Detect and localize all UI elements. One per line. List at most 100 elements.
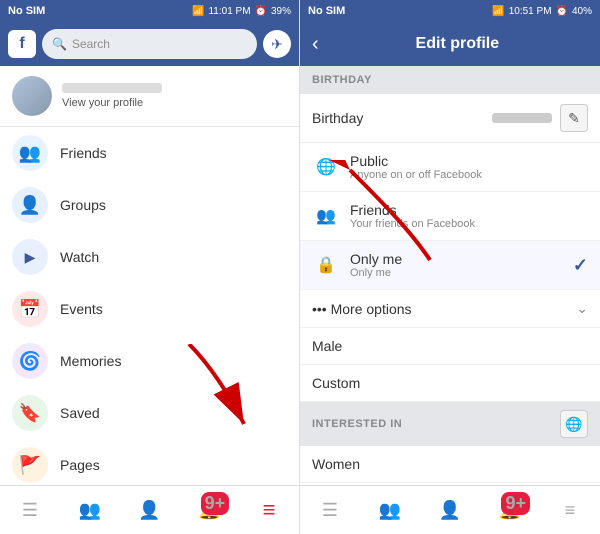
profile-tab-icon-right: 👤 [439,500,461,521]
notification-badge: 9+ [201,492,230,515]
edit-profile-content: BIRTHDAY Birthday ✎ 🌐 Public Anyone on o… [300,66,600,485]
memories-icon: 🌀 [12,343,48,379]
tab-news-right[interactable]: ☰ [300,486,360,534]
sidebar-item-memories[interactable]: 🌀 Memories [0,335,299,387]
tab-notifications-right[interactable]: 🔔 9+ [480,486,540,534]
notification-badge-right: 9+ [501,492,530,515]
women-row: Women [300,446,600,483]
custom-value: Custom [312,375,588,391]
events-icon: 📅 [12,291,48,327]
wifi-icon-left: 📶 [192,6,204,17]
friends-label: Friends [60,145,107,161]
watch-label: Watch [60,249,99,265]
friends-tab-icon-right: 👥 [379,500,401,521]
search-placeholder: Search [72,37,110,51]
friends-icon: 👥 [12,135,48,171]
friends-privacy-text: Friends Your friends on Facebook [350,202,588,230]
profile-area[interactable]: View your profile [0,66,299,127]
lock-icon: 🔒 [312,251,340,279]
alarm-icon-right: ⏰ [556,6,568,17]
privacy-only-me[interactable]: 🔒 Only me Only me ✓ [300,241,600,290]
status-bar-right: No SIM 📶 10:51 PM ⏰ 40% [300,0,600,22]
hamburger-icon: ≡ [263,497,276,523]
sidebar-item-saved[interactable]: 🔖 Saved [0,387,299,439]
left-panel: No SIM 📶 11:01 PM ⏰ 39% f 🔍 Search ✈ Vie… [0,0,300,534]
pages-label: Pages [60,457,100,473]
birthday-edit-button[interactable]: ✎ [560,104,588,132]
sidebar-item-watch[interactable]: ▶ Watch [0,231,299,283]
bottom-tabs-right: ☰ 👥 👤 🔔 9+ ≡ [300,485,600,534]
sidebar-item-friends[interactable]: 👥 Friends [0,127,299,179]
news-feed-icon: ☰ [22,500,38,521]
bottom-tabs-left: ☰ 👥 👤 🔔 9+ ≡ [0,485,299,534]
edit-icon: ✎ [568,110,580,127]
profile-name-blur [62,83,162,93]
birthday-value: ✎ [492,104,588,132]
birthday-blur [492,113,552,123]
sidebar-item-groups[interactable]: 👤 Groups [0,179,299,231]
gender-row: Male [300,328,600,365]
tab-notifications-left[interactable]: 🔔 9+ [179,486,239,534]
only-me-name: Only me [350,251,573,267]
tab-friends-right[interactable]: 👥 [360,486,420,534]
search-icon: 🔍 [52,37,67,51]
gender-value: Male [312,338,588,354]
tab-profile-right[interactable]: 👤 [420,486,480,534]
tab-menu-left[interactable]: ≡ [239,486,299,534]
time-right: 10:51 PM [509,6,552,17]
sidebar-item-pages[interactable]: 🚩 Pages [0,439,299,485]
sidebar-item-events[interactable]: 📅 Events [0,283,299,335]
more-options-row[interactable]: ••• More options ⌄ [300,290,600,328]
friends-privacy-name: Friends [350,202,588,218]
hamburger-icon-right: ≡ [565,500,576,521]
tab-menu-right[interactable]: ≡ [540,486,600,534]
profile-subtitle: View your profile [62,97,162,109]
status-bar-left: No SIM 📶 11:01 PM ⏰ 39% [0,0,299,22]
nav-list: 👥 Friends 👤 Groups ▶ Watch 📅 Events 🌀 Me… [0,127,299,485]
birthday-section-header: BIRTHDAY [300,66,600,94]
status-icons-right: 📶 10:51 PM ⏰ 40% [492,6,592,17]
wifi-icon-right: 📶 [492,6,504,17]
edit-profile-header: ‹ Edit profile [300,22,600,66]
search-bar[interactable]: 🔍 Search [42,29,257,59]
globe-button[interactable]: 🌐 [560,410,588,438]
time-left: 11:01 PM [208,6,250,17]
tab-friends-left[interactable]: 👥 [60,486,120,534]
edit-profile-title: Edit profile [327,35,588,53]
groups-icon: 👤 [12,187,48,223]
profile-tab-icon: 👤 [138,500,160,521]
more-options-label: ••• More options [312,301,576,317]
saved-label: Saved [60,405,100,421]
messenger-icon[interactable]: ✈ [263,30,291,58]
tab-profile-left[interactable]: 👤 [120,486,180,534]
fb-logo: f [8,30,36,58]
chevron-down-icon: ⌄ [576,300,588,317]
only-me-text: Only me Only me [350,251,573,279]
privacy-public[interactable]: 🌐 Public Anyone on or off Facebook [300,143,600,192]
friends-tab-icon: 👥 [78,500,100,521]
battery-right: 40% [572,6,592,17]
events-label: Events [60,301,103,317]
tab-news-left[interactable]: ☰ [0,486,60,534]
watch-icon: ▶ [12,239,48,275]
globe-icon: 🌐 [565,416,582,433]
saved-icon: 🔖 [12,395,48,431]
privacy-friends[interactable]: 👥 Friends Your friends on Facebook [300,192,600,241]
back-button[interactable]: ‹ [312,33,319,56]
memories-label: Memories [60,353,121,369]
birthday-label: Birthday [312,110,492,126]
friends-privacy-icon: 👥 [312,202,340,230]
carrier-right: No SIM [308,5,345,17]
carrier-left: No SIM [8,5,45,17]
interested-in-header: INTERESTED IN 🌐 [300,402,600,446]
checkmark-icon: ✓ [573,255,588,276]
public-text: Public Anyone on or off Facebook [350,153,588,181]
battery-left: 39% [271,6,291,17]
custom-row: Custom [300,365,600,402]
pages-icon: 🚩 [12,447,48,483]
women-value: Women [312,456,588,472]
alarm-icon-left: ⏰ [255,6,267,17]
news-feed-icon-right: ☰ [322,500,338,521]
groups-label: Groups [60,197,106,213]
public-desc: Anyone on or off Facebook [350,169,588,181]
